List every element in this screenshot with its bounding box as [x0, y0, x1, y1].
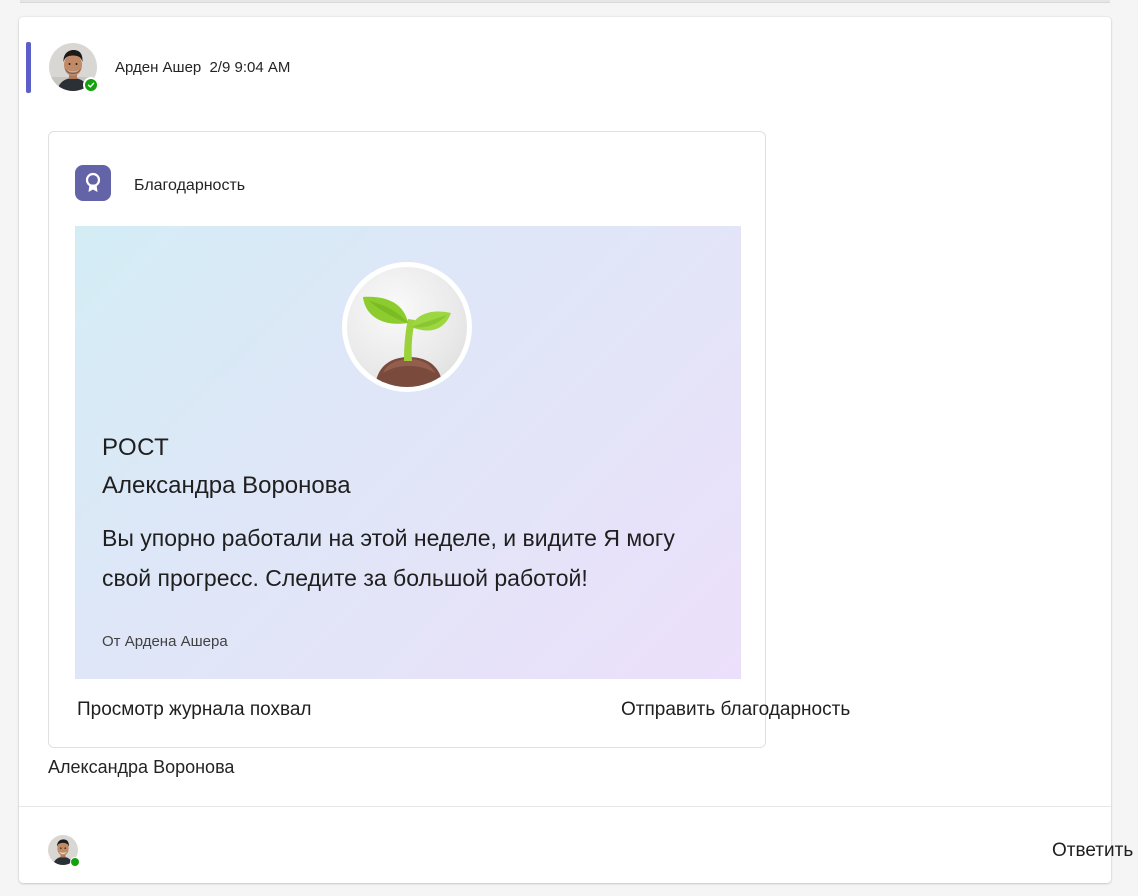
- mentioned-user[interactable]: Александра Воронова: [48, 757, 234, 778]
- reply-divider: [19, 806, 1111, 807]
- praise-sender: От Ардена Ашера: [102, 633, 228, 650]
- badge-circle: [342, 262, 472, 392]
- recipient-name: Александра Воронова: [102, 472, 351, 499]
- praise-message: Вы упорно работали на этой неделе, и вид…: [102, 525, 675, 591]
- badge-name: РОСТ: [102, 434, 170, 461]
- post-timestamp: 2/9 9:04 AM: [209, 59, 291, 76]
- view-praise-history-button[interactable]: Просмотр журнала похвал: [77, 699, 312, 721]
- reply-button[interactable]: Ответить: [1052, 840, 1133, 862]
- praise-app-title: Благодарность: [134, 177, 246, 194]
- seedling-icon: [347, 267, 467, 387]
- presence-available-icon: [83, 77, 99, 93]
- current-user-avatar[interactable]: [48, 835, 80, 867]
- send-praise-button[interactable]: Отправить благодарность: [621, 699, 850, 721]
- author-name[interactable]: Арден Ашер: [115, 59, 201, 76]
- previous-post-edge: [20, 0, 1110, 3]
- post-header: Арден Ашер 2/9 9:04 AM: [115, 59, 290, 76]
- conversation-post: Арден Ашер 2/9 9:04 AM Благодарность РОС…: [19, 17, 1133, 883]
- praise-adaptive-card: Благодарность РОСТ Александра Воронова В…: [48, 131, 850, 748]
- praise-banner: РОСТ Александра Воронова Вы упорно работ…: [75, 226, 741, 679]
- award-ribbon-icon: [75, 165, 111, 201]
- unread-accent-bar: [26, 42, 31, 93]
- presence-available-icon: [70, 857, 80, 867]
- author-avatar[interactable]: [49, 43, 99, 93]
